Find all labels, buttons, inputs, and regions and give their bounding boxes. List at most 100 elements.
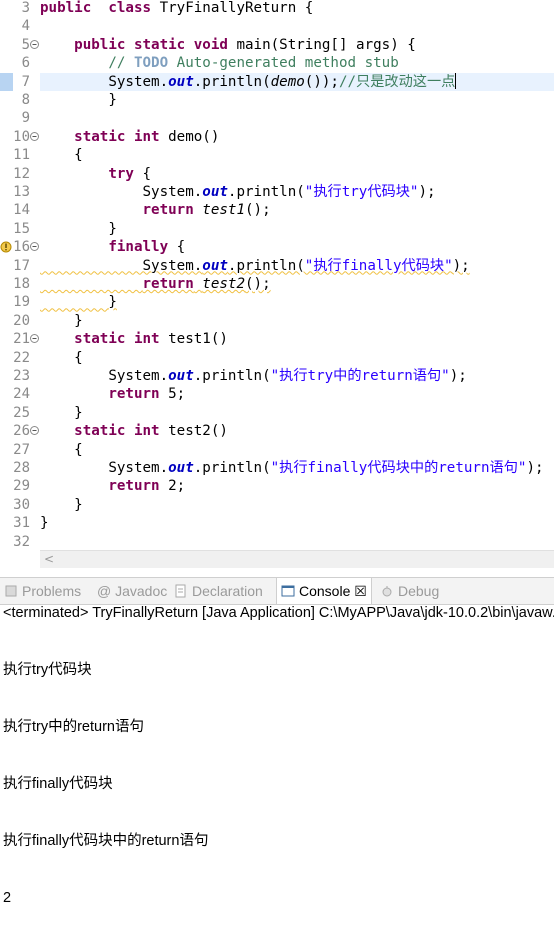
line-number: 24	[13, 386, 30, 403]
code-line[interactable]: 28 System.out.println("执行finally代码块中的ret…	[0, 459, 554, 477]
fold-collapse-icon[interactable]	[30, 426, 39, 436]
code-line[interactable]: 24 return 5;	[0, 385, 554, 403]
line-number: 12	[13, 165, 30, 182]
code-line[interactable]: 31}	[0, 514, 554, 532]
code-text: static int demo()	[40, 128, 219, 146]
code-line[interactable]: 17 System.out.println("执行finally代码块");	[0, 257, 554, 275]
code-token: }	[40, 496, 83, 513]
code-line[interactable]: 14 return test1();	[0, 201, 554, 219]
line-number: 5	[21, 36, 30, 53]
code-line[interactable]: 6 // TODO Auto-generated method stub	[0, 54, 554, 72]
code-token: void	[193, 36, 228, 53]
line-number: 20	[13, 312, 30, 329]
current-line-marker	[0, 72, 13, 91]
code-line[interactable]: 19 }	[0, 293, 554, 311]
code-token: demo	[270, 73, 305, 90]
code-editor[interactable]: 3 public class TryFinallyReturn {4 5 publi…	[0, 0, 554, 550]
code-line[interactable]: 21 static int test1()	[0, 330, 554, 348]
code-token: TryFinallyReturn {	[151, 0, 314, 16]
code-token: {	[40, 349, 83, 366]
code-line[interactable]: 3 public class TryFinallyReturn {	[0, 0, 554, 17]
code-line[interactable]: 18 return test2();	[0, 275, 554, 293]
code-text: System.out.println(demo());//只是改动这一点	[40, 72, 457, 91]
scroll-left-icon[interactable]: <	[44, 551, 54, 568]
fold-collapse-icon[interactable]	[30, 131, 39, 141]
tab-javadoc[interactable]: @ Javadoc	[97, 578, 167, 604]
code-line[interactable]: 29 return 2;	[0, 477, 554, 495]
code-token: static	[133, 36, 186, 53]
tab-declaration[interactable]: Declaration	[174, 578, 263, 604]
tab-console[interactable]: Console ☒	[276, 578, 372, 604]
code-token: }	[40, 92, 117, 108]
code-token: public	[40, 0, 92, 16]
code-text: return 2;	[40, 477, 185, 495]
code-line[interactable]: 16 finally {	[0, 238, 554, 256]
code-line[interactable]: 13 System.out.println("执行try代码块");	[0, 183, 554, 201]
code-text: static int test1()	[40, 330, 228, 348]
code-line[interactable]: 30 }	[0, 496, 554, 514]
code-line[interactable]: 8 }	[0, 91, 554, 109]
fold-collapse-icon[interactable]	[30, 39, 39, 49]
code-line[interactable]: 4	[0, 17, 554, 35]
code-token: .println(	[193, 460, 271, 476]
horizontal-scrollbar[interactable]: <	[40, 550, 554, 568]
fold-collapse-icon[interactable]	[30, 242, 39, 252]
code-token: ();	[245, 202, 271, 219]
code-line[interactable]: 32	[0, 533, 554, 550]
code-text: return test1();	[40, 201, 271, 219]
line-number: 14	[13, 202, 30, 219]
code-token: return	[108, 478, 160, 495]
code-token: test2()	[159, 423, 228, 440]
code-token: }	[40, 312, 83, 329]
warning-icon[interactable]	[0, 241, 12, 253]
code-line[interactable]: 23 System.out.println("执行try中的return语句")…	[0, 367, 554, 385]
console-status: <terminated> TryFinallyReturn [Java Appl…	[3, 605, 554, 621]
line-number: 11	[13, 147, 30, 164]
code-line[interactable]: 12 try {	[0, 165, 554, 183]
line-number: 30	[13, 496, 30, 513]
line-number: 3	[21, 0, 30, 16]
code-token: Auto-generated method stub	[168, 55, 399, 72]
line-number: 25	[13, 404, 30, 421]
code-line[interactable]: 11 {	[0, 146, 554, 164]
code-token: "执行try代码块"	[304, 184, 419, 200]
code-line[interactable]: 20 }	[0, 312, 554, 330]
code-text: {	[40, 349, 83, 367]
fold-collapse-icon[interactable]	[30, 334, 39, 344]
code-text: static int test2()	[40, 422, 228, 440]
code-token: .println(	[193, 73, 271, 90]
code-token: static	[74, 128, 126, 145]
code-line[interactable]: 10 static int demo()	[0, 128, 554, 146]
console-icon	[281, 585, 295, 597]
code-line[interactable]: 7 System.out.println(demo());//只是改动这一点	[0, 72, 554, 91]
code-token: .println(	[193, 368, 271, 384]
problems-icon	[5, 585, 17, 597]
code-token: "执行finally代码块"	[304, 257, 453, 274]
code-token: test1	[202, 202, 246, 219]
code-line[interactable]: 9	[0, 109, 554, 127]
code-line[interactable]: 25 }	[0, 404, 554, 422]
code-line[interactable]: 22 {	[0, 349, 554, 367]
code-token: {	[133, 165, 152, 182]
gutter-fill	[0, 550, 40, 567]
console-output[interactable]: 执行try代码块 执行try中的return语句 执行finally代码块 执行…	[3, 623, 208, 927]
code-text: }	[40, 496, 83, 514]
code-token: }	[40, 220, 117, 237]
code-line[interactable]: 15 }	[0, 220, 554, 238]
tab-problems[interactable]: Problems	[4, 578, 81, 604]
tab-debug[interactable]: Debug	[380, 578, 439, 604]
code-line[interactable]: 26 static int test2()	[0, 422, 554, 440]
code-line[interactable]: 27 {	[0, 441, 554, 459]
code-text: }	[40, 404, 83, 422]
code-line[interactable]: 5 public static void main(String[] args)…	[0, 36, 554, 54]
